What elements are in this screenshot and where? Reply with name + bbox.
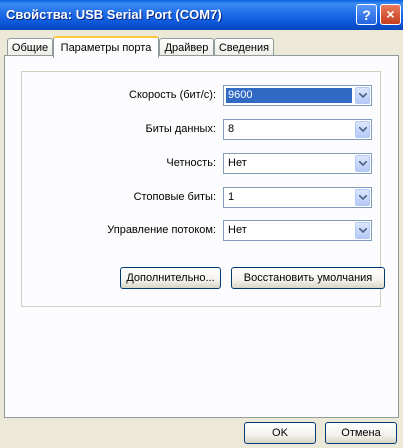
speed-select[interactable]: 9600: [223, 85, 372, 106]
flow-control-value: Нет: [228, 224, 247, 236]
tab-driver[interactable]: Драйвер: [159, 38, 214, 56]
parity-label: Четность:: [166, 157, 216, 169]
stop-bits-value: 1: [228, 191, 235, 203]
chevron-down-icon[interactable]: [355, 87, 370, 104]
flow-control-label: Управление потоком:: [107, 224, 216, 236]
tab-details[interactable]: Сведения: [214, 38, 274, 56]
help-icon: ?: [362, 7, 371, 23]
help-button[interactable]: ?: [356, 4, 377, 25]
title-bar[interactable]: Свойства: USB Serial Port (COM7) ? ×: [0, 0, 403, 30]
speed-label: Скорость (бит/с):: [129, 89, 216, 101]
close-icon: ×: [386, 6, 395, 22]
data-bits-value: 8: [228, 123, 235, 135]
restore-defaults-button[interactable]: Восстановить умолчания: [231, 267, 385, 289]
chevron-down-icon[interactable]: [355, 155, 370, 172]
window-title: Свойства: USB Serial Port (COM7): [6, 7, 222, 22]
ok-button[interactable]: OK: [244, 422, 316, 444]
close-button[interactable]: ×: [380, 4, 401, 25]
speed-value: 9600: [226, 88, 352, 103]
chevron-down-icon[interactable]: [355, 189, 370, 206]
parity-value: Нет: [228, 157, 247, 169]
flow-control-select[interactable]: Нет: [223, 220, 372, 241]
data-bits-label: Биты данных:: [145, 123, 216, 135]
data-bits-select[interactable]: 8: [223, 119, 372, 140]
chevron-down-icon[interactable]: [355, 121, 370, 138]
parity-select[interactable]: Нет: [223, 153, 372, 174]
tab-port-settings[interactable]: Параметры порта: [53, 36, 159, 58]
stop-bits-select[interactable]: 1: [223, 187, 372, 208]
advanced-button[interactable]: Дополнительно...: [120, 267, 221, 289]
tab-general[interactable]: Общие: [7, 38, 53, 56]
cancel-button[interactable]: Отмена: [325, 422, 397, 444]
stop-bits-label: Стоповые биты:: [133, 191, 216, 203]
chevron-down-icon[interactable]: [355, 222, 370, 239]
